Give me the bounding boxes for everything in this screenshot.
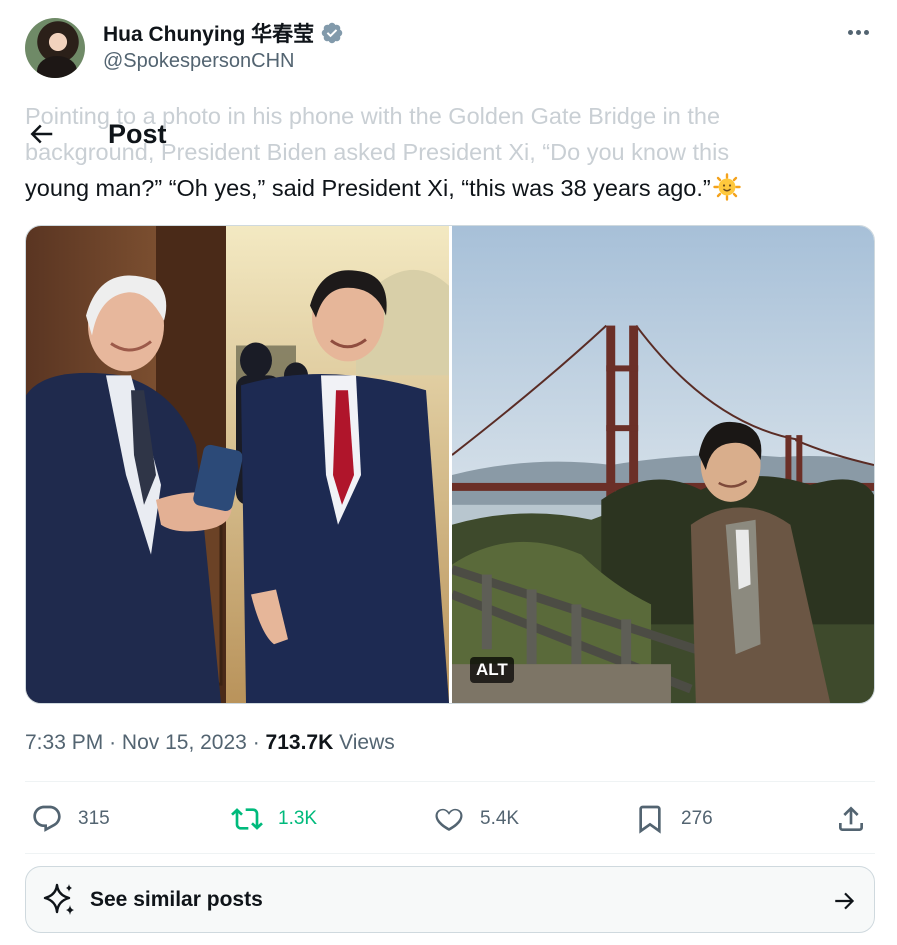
top-bar: Post	[26, 112, 167, 156]
reply-count: 315	[78, 808, 110, 829]
heart-icon	[435, 808, 463, 831]
views-count: 713.7K	[265, 731, 334, 754]
action-bar: 315 1.3K 5.4K 276	[25, 796, 875, 842]
verified-badge-icon	[321, 22, 343, 44]
like-button[interactable]: 5.4K	[433, 796, 519, 842]
bookmark-button[interactable]: 276	[634, 796, 713, 842]
divider	[25, 781, 875, 782]
share-button[interactable]	[835, 796, 867, 842]
repost-icon	[231, 808, 263, 830]
meta-separator: ·	[109, 731, 117, 754]
share-icon	[839, 806, 863, 831]
views-label: Views	[339, 731, 395, 754]
see-similar-posts-button[interactable]: See similar posts	[25, 866, 875, 933]
more-options-icon[interactable]	[845, 22, 871, 42]
see-similar-posts-label: See similar posts	[90, 887, 263, 911]
author-handle[interactable]: @SpokespersonCHN	[103, 50, 344, 73]
bookmark-icon	[639, 805, 661, 834]
media-grid: ALT	[25, 225, 875, 704]
repost-button[interactable]: 1.3K	[231, 796, 317, 842]
post-detail: Hua Chunying 华春莹 @SpokespersonCHN Pointi…	[0, 0, 897, 945]
post-time[interactable]: 7:33 PM	[25, 731, 103, 754]
reply-button[interactable]: 315	[31, 796, 110, 842]
alt-text-badge[interactable]: ALT	[470, 657, 514, 683]
post-date[interactable]: Nov 15, 2023	[122, 731, 247, 754]
post-meta: 7:33 PM · Nov 15, 2023 · 713.7K Views	[25, 731, 395, 755]
golden-gate-photo[interactable]: ALT	[452, 226, 874, 703]
arrow-right-icon	[835, 892, 855, 910]
author-block: Hua Chunying 华春莹 @SpokespersonCHN	[103, 19, 344, 73]
avatar[interactable]	[25, 18, 85, 78]
name-row: Hua Chunying 华春莹	[103, 19, 344, 47]
like-count: 5.4K	[480, 808, 520, 829]
back-arrow-icon[interactable]	[26, 119, 56, 149]
author-name[interactable]: Hua Chunying 华春莹	[103, 18, 314, 48]
post-text-visible: young man?” “Oh yes,” said President Xi,…	[25, 175, 711, 201]
divider	[25, 853, 875, 854]
page-title: Post	[108, 118, 167, 149]
sparkle-icon	[43, 883, 74, 915]
repost-count: 1.3K	[278, 808, 318, 829]
bookmark-count: 276	[681, 808, 713, 829]
reply-icon	[33, 805, 61, 832]
meta-separator: ·	[252, 731, 260, 754]
sun-with-face-icon	[713, 173, 741, 201]
biden-xi-photo[interactable]	[26, 226, 449, 703]
